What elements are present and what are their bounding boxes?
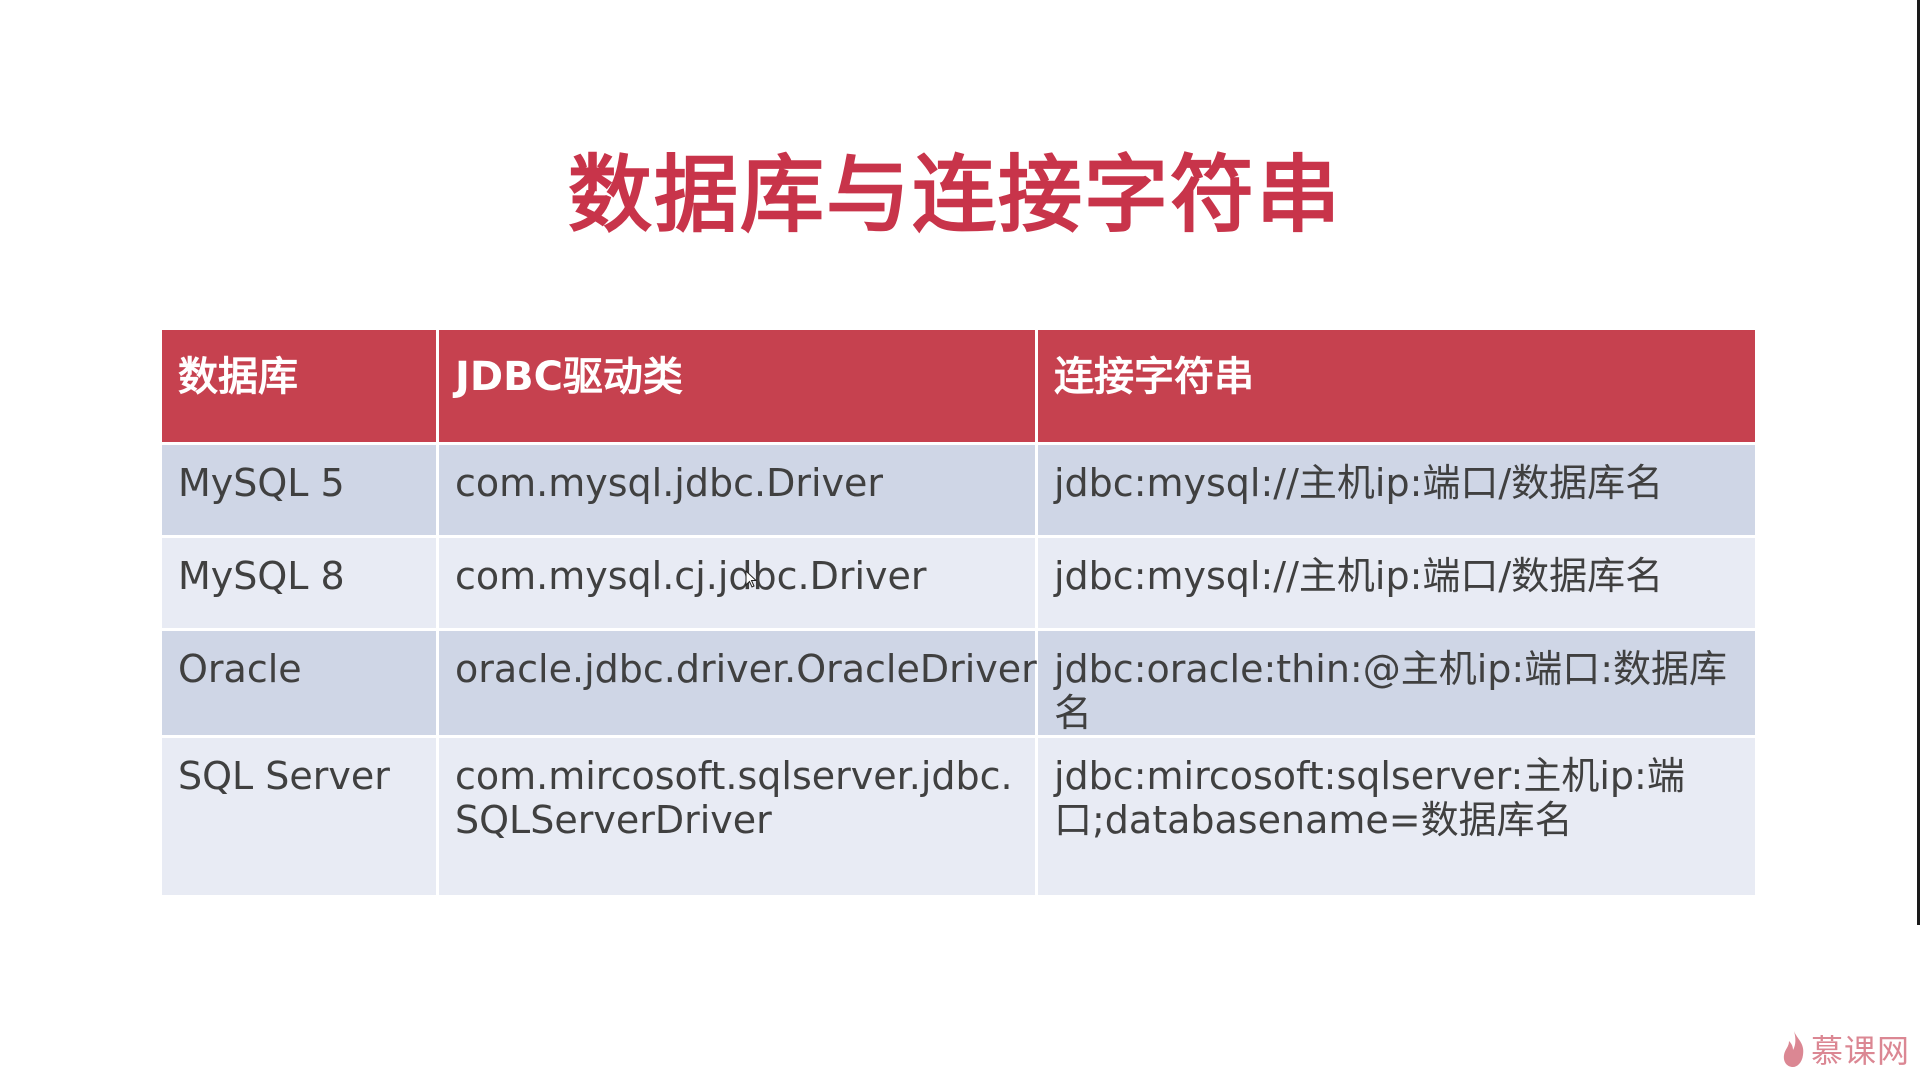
cell-connection: jdbc:mysql://主机ip:端口/数据库名 <box>1035 535 1758 631</box>
cell-driver: com.mysql.cj.jdbc.Driver <box>436 535 1038 631</box>
slide: 数据库与连接字符串 数据库 JDBC驱动类 连接字符串 MySQL 5 com.… <box>0 0 1920 1080</box>
table-row: MySQL 5 com.mysql.jdbc.Driver jdbc:mysql… <box>159 442 1758 538</box>
cell-connection: jdbc:mircosoft:sqlserver:主机ip:端 口;databa… <box>1035 735 1758 898</box>
cell-connection-line: jdbc:mircosoft:sqlserver:主机ip:端 <box>1054 754 1685 798</box>
cell-connection-line: 口;databasename=数据库名 <box>1054 798 1573 842</box>
cell-connection: jdbc:oracle:thin:@主机ip:端口:数据库名 <box>1035 628 1758 738</box>
table-row: MySQL 8 com.mysql.cj.jdbc.Driver jdbc:my… <box>159 535 1758 631</box>
slide-title: 数据库与连接字符串 <box>567 146 1342 244</box>
cell-database: MySQL 8 <box>159 535 439 631</box>
header-connection: 连接字符串 <box>1035 327 1758 445</box>
cell-driver-line: SQLServerDriver <box>455 798 772 842</box>
cell-driver-line: com.mircosoft.sqlserver.jdbc. <box>455 754 1013 798</box>
cell-connection: jdbc:mysql://主机ip:端口/数据库名 <box>1035 442 1758 538</box>
cell-database: SQL Server <box>159 735 439 898</box>
jdbc-table: 数据库 JDBC驱动类 连接字符串 MySQL 5 com.mysql.jdbc… <box>159 327 1758 898</box>
header-database: 数据库 <box>159 327 439 445</box>
cell-driver: oracle.jdbc.driver.OracleDriver <box>436 628 1038 738</box>
cell-driver: com.mysql.jdbc.Driver <box>436 442 1038 538</box>
cell-database: MySQL 5 <box>159 442 439 538</box>
cell-database: Oracle <box>159 628 439 738</box>
table-row: Oracle oracle.jdbc.driver.OracleDriver j… <box>159 628 1758 738</box>
flame-icon <box>1783 1031 1804 1067</box>
header-driver: JDBC驱动类 <box>436 327 1038 445</box>
mouse-cursor-icon <box>745 570 757 588</box>
cell-driver: com.mircosoft.sqlserver.jdbc. SQLServerD… <box>436 735 1038 898</box>
table-header-row: 数据库 JDBC驱动类 连接字符串 <box>159 327 1758 445</box>
watermark-text: 慕课网 <box>1810 1032 1910 1070</box>
watermark-logo: 慕课网 <box>1781 1026 1910 1072</box>
table-row: SQL Server com.mircosoft.sqlserver.jdbc.… <box>159 735 1758 898</box>
